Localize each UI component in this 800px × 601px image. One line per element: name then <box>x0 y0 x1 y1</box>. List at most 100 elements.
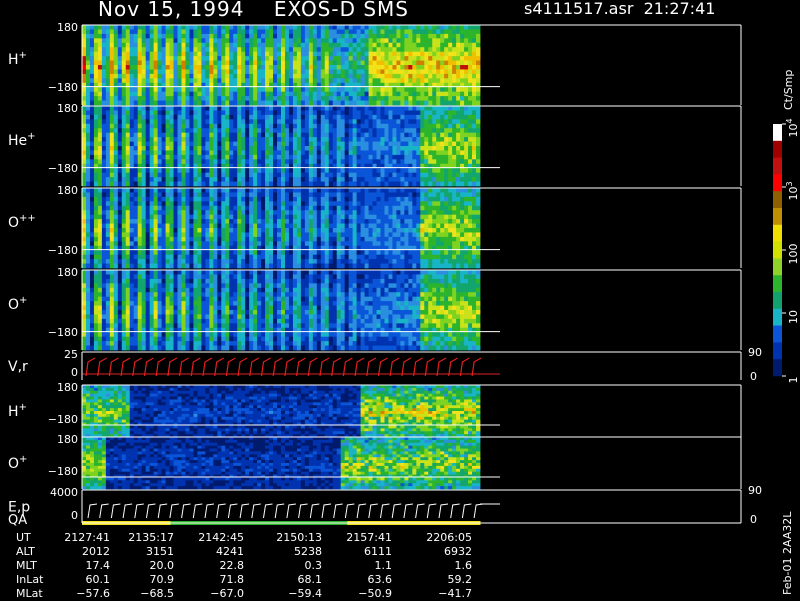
spectro-cell <box>142 168 146 173</box>
spectro-cell <box>90 124 94 129</box>
spectro-cell <box>237 43 241 48</box>
spectro-cell <box>130 124 134 129</box>
spectro-cell <box>94 264 98 269</box>
spectro-cell <box>365 146 369 151</box>
spectro-cell <box>94 168 98 173</box>
spectro-cell <box>373 29 377 34</box>
panel-2 <box>82 188 500 268</box>
spectro-cell <box>289 241 293 246</box>
spectro-cell <box>329 106 333 111</box>
spectro-cell <box>285 61 289 66</box>
spectro-cell <box>277 115 281 120</box>
spectro-cell <box>237 168 241 173</box>
spectro-cell <box>277 224 281 229</box>
spectro-cell <box>381 52 385 57</box>
spectro-cell <box>333 38 337 43</box>
spectro-cell <box>428 159 432 164</box>
spectro-cell <box>285 34 289 39</box>
spectro-cell <box>444 146 448 151</box>
spectro-cell <box>170 232 174 237</box>
spectro-cell <box>154 101 158 106</box>
spectro-cell <box>174 78 178 83</box>
spectro-cell <box>82 128 86 133</box>
spectro-cell <box>257 182 261 187</box>
spectro-cell <box>118 38 122 43</box>
spectro-cell <box>253 87 257 92</box>
spectro-cell <box>106 259 110 264</box>
spectro-cell <box>90 133 94 138</box>
spectro-cell <box>476 43 480 48</box>
spectro-cell <box>357 128 361 133</box>
spectro-cell <box>281 115 285 120</box>
spectro-cell <box>205 206 209 211</box>
spectro-cell <box>289 215 293 220</box>
spectro-cell <box>253 119 257 124</box>
spectro-cell <box>201 215 205 220</box>
spectro-cell <box>185 119 189 124</box>
spectro-cell <box>277 177 281 182</box>
spectro-cell <box>86 47 90 52</box>
spectro-cell <box>345 250 349 255</box>
spectro-cell <box>122 87 126 92</box>
spectro-cell <box>285 115 289 120</box>
spectro-cell <box>440 56 444 61</box>
spectro-cell <box>412 34 416 39</box>
spectro-cell <box>460 87 464 92</box>
spectro-cell <box>221 219 225 224</box>
spectro-cell <box>388 173 392 178</box>
spectro-cell <box>416 155 420 160</box>
spectro-cell <box>424 52 428 57</box>
spectro-cell <box>388 61 392 66</box>
spectro-cell <box>249 210 253 215</box>
spectro-cell <box>241 228 245 233</box>
spectro-cell <box>472 155 476 160</box>
spectro-cell <box>237 255 241 260</box>
spectro-cell <box>305 155 309 160</box>
spectro-cell <box>241 264 245 269</box>
spectro-cell <box>424 133 428 138</box>
spectro-cell <box>388 110 392 115</box>
spectro-cell <box>253 74 257 79</box>
spectro-cell <box>400 65 404 70</box>
spectro-cell <box>365 168 369 173</box>
spectro-cell <box>444 87 448 92</box>
spectro-cell <box>257 128 261 133</box>
spectro-cell <box>82 241 86 246</box>
spectro-cell <box>209 74 213 79</box>
spectro-cell <box>329 168 333 173</box>
spectro-cell <box>472 101 476 106</box>
spectro-cell <box>249 101 253 106</box>
spectro-cell <box>106 210 110 215</box>
spectro-cell <box>384 237 388 242</box>
spectro-cell <box>329 61 333 66</box>
spectro-cell <box>377 65 381 70</box>
spectro-cell <box>384 142 388 147</box>
spectro-cell <box>241 146 245 151</box>
spectro-cell <box>400 52 404 57</box>
spectro-cell <box>261 228 265 233</box>
spectro-cell <box>337 87 341 92</box>
spectro-cell <box>317 232 321 237</box>
spectro-cell <box>281 101 285 106</box>
spectro-cell <box>261 110 265 115</box>
spectro-cell <box>309 255 313 260</box>
spectro-cell <box>361 228 365 233</box>
spectro-cell <box>170 101 174 106</box>
spectro-cell <box>305 34 309 39</box>
spectro-cell <box>464 52 468 57</box>
spectro-cell <box>110 177 114 182</box>
spectro-cell <box>86 150 90 155</box>
spectro-cell <box>400 106 404 111</box>
spectro-cell <box>301 215 305 220</box>
spectro-cell <box>174 228 178 233</box>
spectro-cell <box>221 210 225 215</box>
spectro-cell <box>345 264 349 269</box>
spectro-cell <box>158 188 162 193</box>
spectro-cell <box>349 210 353 215</box>
spectro-cell <box>273 96 277 101</box>
spectro-cell <box>98 34 102 39</box>
spectro-cell <box>456 101 460 106</box>
spectro-cell <box>381 146 385 151</box>
spectro-cell <box>309 128 313 133</box>
spectro-cell <box>353 192 357 197</box>
